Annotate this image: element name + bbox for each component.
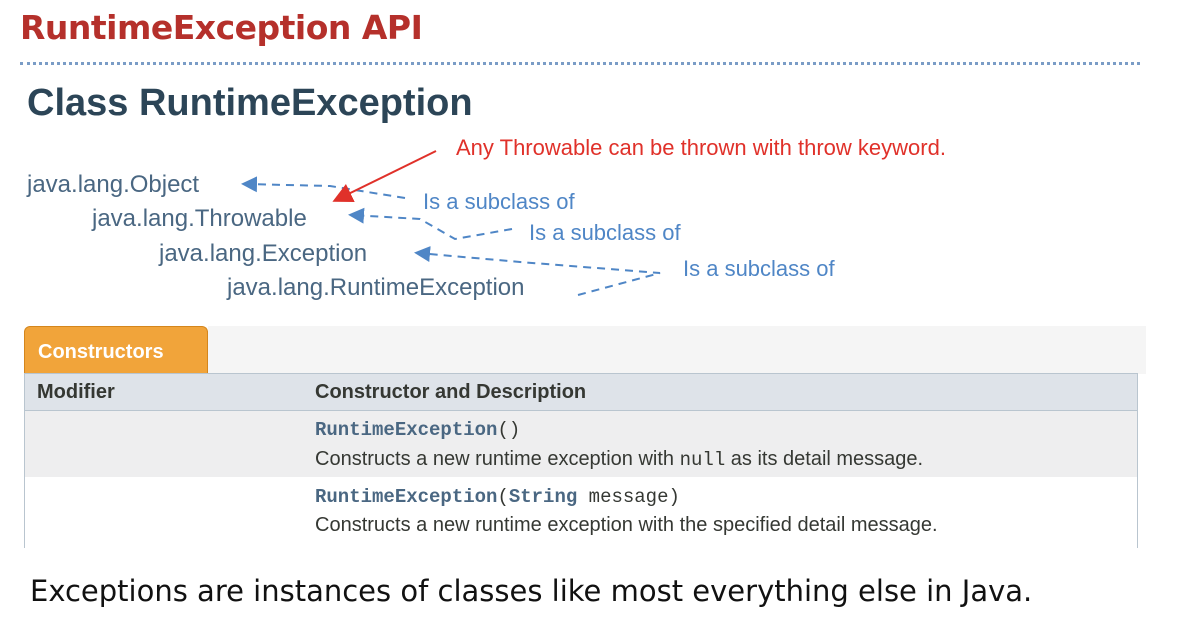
constructor-signature[interactable]: RuntimeException() bbox=[315, 419, 520, 441]
hierarchy-object[interactable]: java.lang.Object bbox=[27, 171, 199, 199]
constructor-signature[interactable]: RuntimeException(String message) bbox=[315, 486, 680, 508]
constructor-description: Constructs a new runtime exception with … bbox=[315, 448, 923, 471]
description-text: Constructs a new runtime exception with bbox=[315, 448, 680, 470]
constructor-params: () bbox=[497, 419, 521, 441]
title-divider bbox=[20, 62, 1140, 65]
footer-statement: Exceptions are instances of classes like… bbox=[30, 574, 1033, 608]
constructor-description: Constructs a new runtime exception with … bbox=[315, 514, 938, 536]
hierarchy-exception[interactable]: java.lang.Exception bbox=[159, 240, 367, 268]
arrow-throwable-to-object bbox=[241, 176, 406, 199]
class-heading: Class RuntimeException bbox=[27, 82, 473, 124]
table-row: RuntimeException() Constructs a new runt… bbox=[25, 411, 1137, 477]
constructors-table: Modifier Constructor and Description Run… bbox=[24, 373, 1138, 548]
subclass-label-3: Is a subclass of bbox=[683, 256, 835, 281]
table-row: RuntimeException(String message) Constru… bbox=[25, 477, 1137, 548]
params-rest: message) bbox=[577, 486, 680, 508]
tab-constructors-label: Constructors bbox=[38, 341, 164, 363]
arrow-exception-to-throwable bbox=[348, 207, 513, 241]
hierarchy-runtimeexception: java.lang.RuntimeException bbox=[227, 274, 525, 301]
throwable-callout: Any Throwable can be thrown with throw k… bbox=[456, 135, 946, 160]
constructor-link[interactable]: RuntimeException bbox=[315, 419, 497, 441]
column-modifier: Modifier bbox=[37, 381, 115, 403]
hierarchy-throwable[interactable]: java.lang.Throwable bbox=[92, 205, 307, 233]
constructor-link[interactable]: RuntimeException bbox=[315, 486, 497, 508]
tab-strip bbox=[208, 326, 1146, 374]
column-constructor-description: Constructor and Description bbox=[315, 381, 587, 403]
null-code: null bbox=[679, 449, 726, 471]
tab-constructors[interactable]: Constructors bbox=[24, 326, 208, 374]
subclass-label-2: Is a subclass of bbox=[529, 220, 681, 245]
table-header: Modifier Constructor and Description bbox=[25, 373, 1137, 411]
string-type-link[interactable]: String bbox=[509, 486, 577, 508]
description-text-end: as its detail message. bbox=[725, 448, 924, 470]
subclass-label-1: Is a subclass of bbox=[423, 189, 575, 214]
slide-title: RuntimeException API bbox=[20, 8, 423, 47]
callout-arrow bbox=[332, 150, 437, 202]
params-open: ( bbox=[497, 486, 509, 508]
